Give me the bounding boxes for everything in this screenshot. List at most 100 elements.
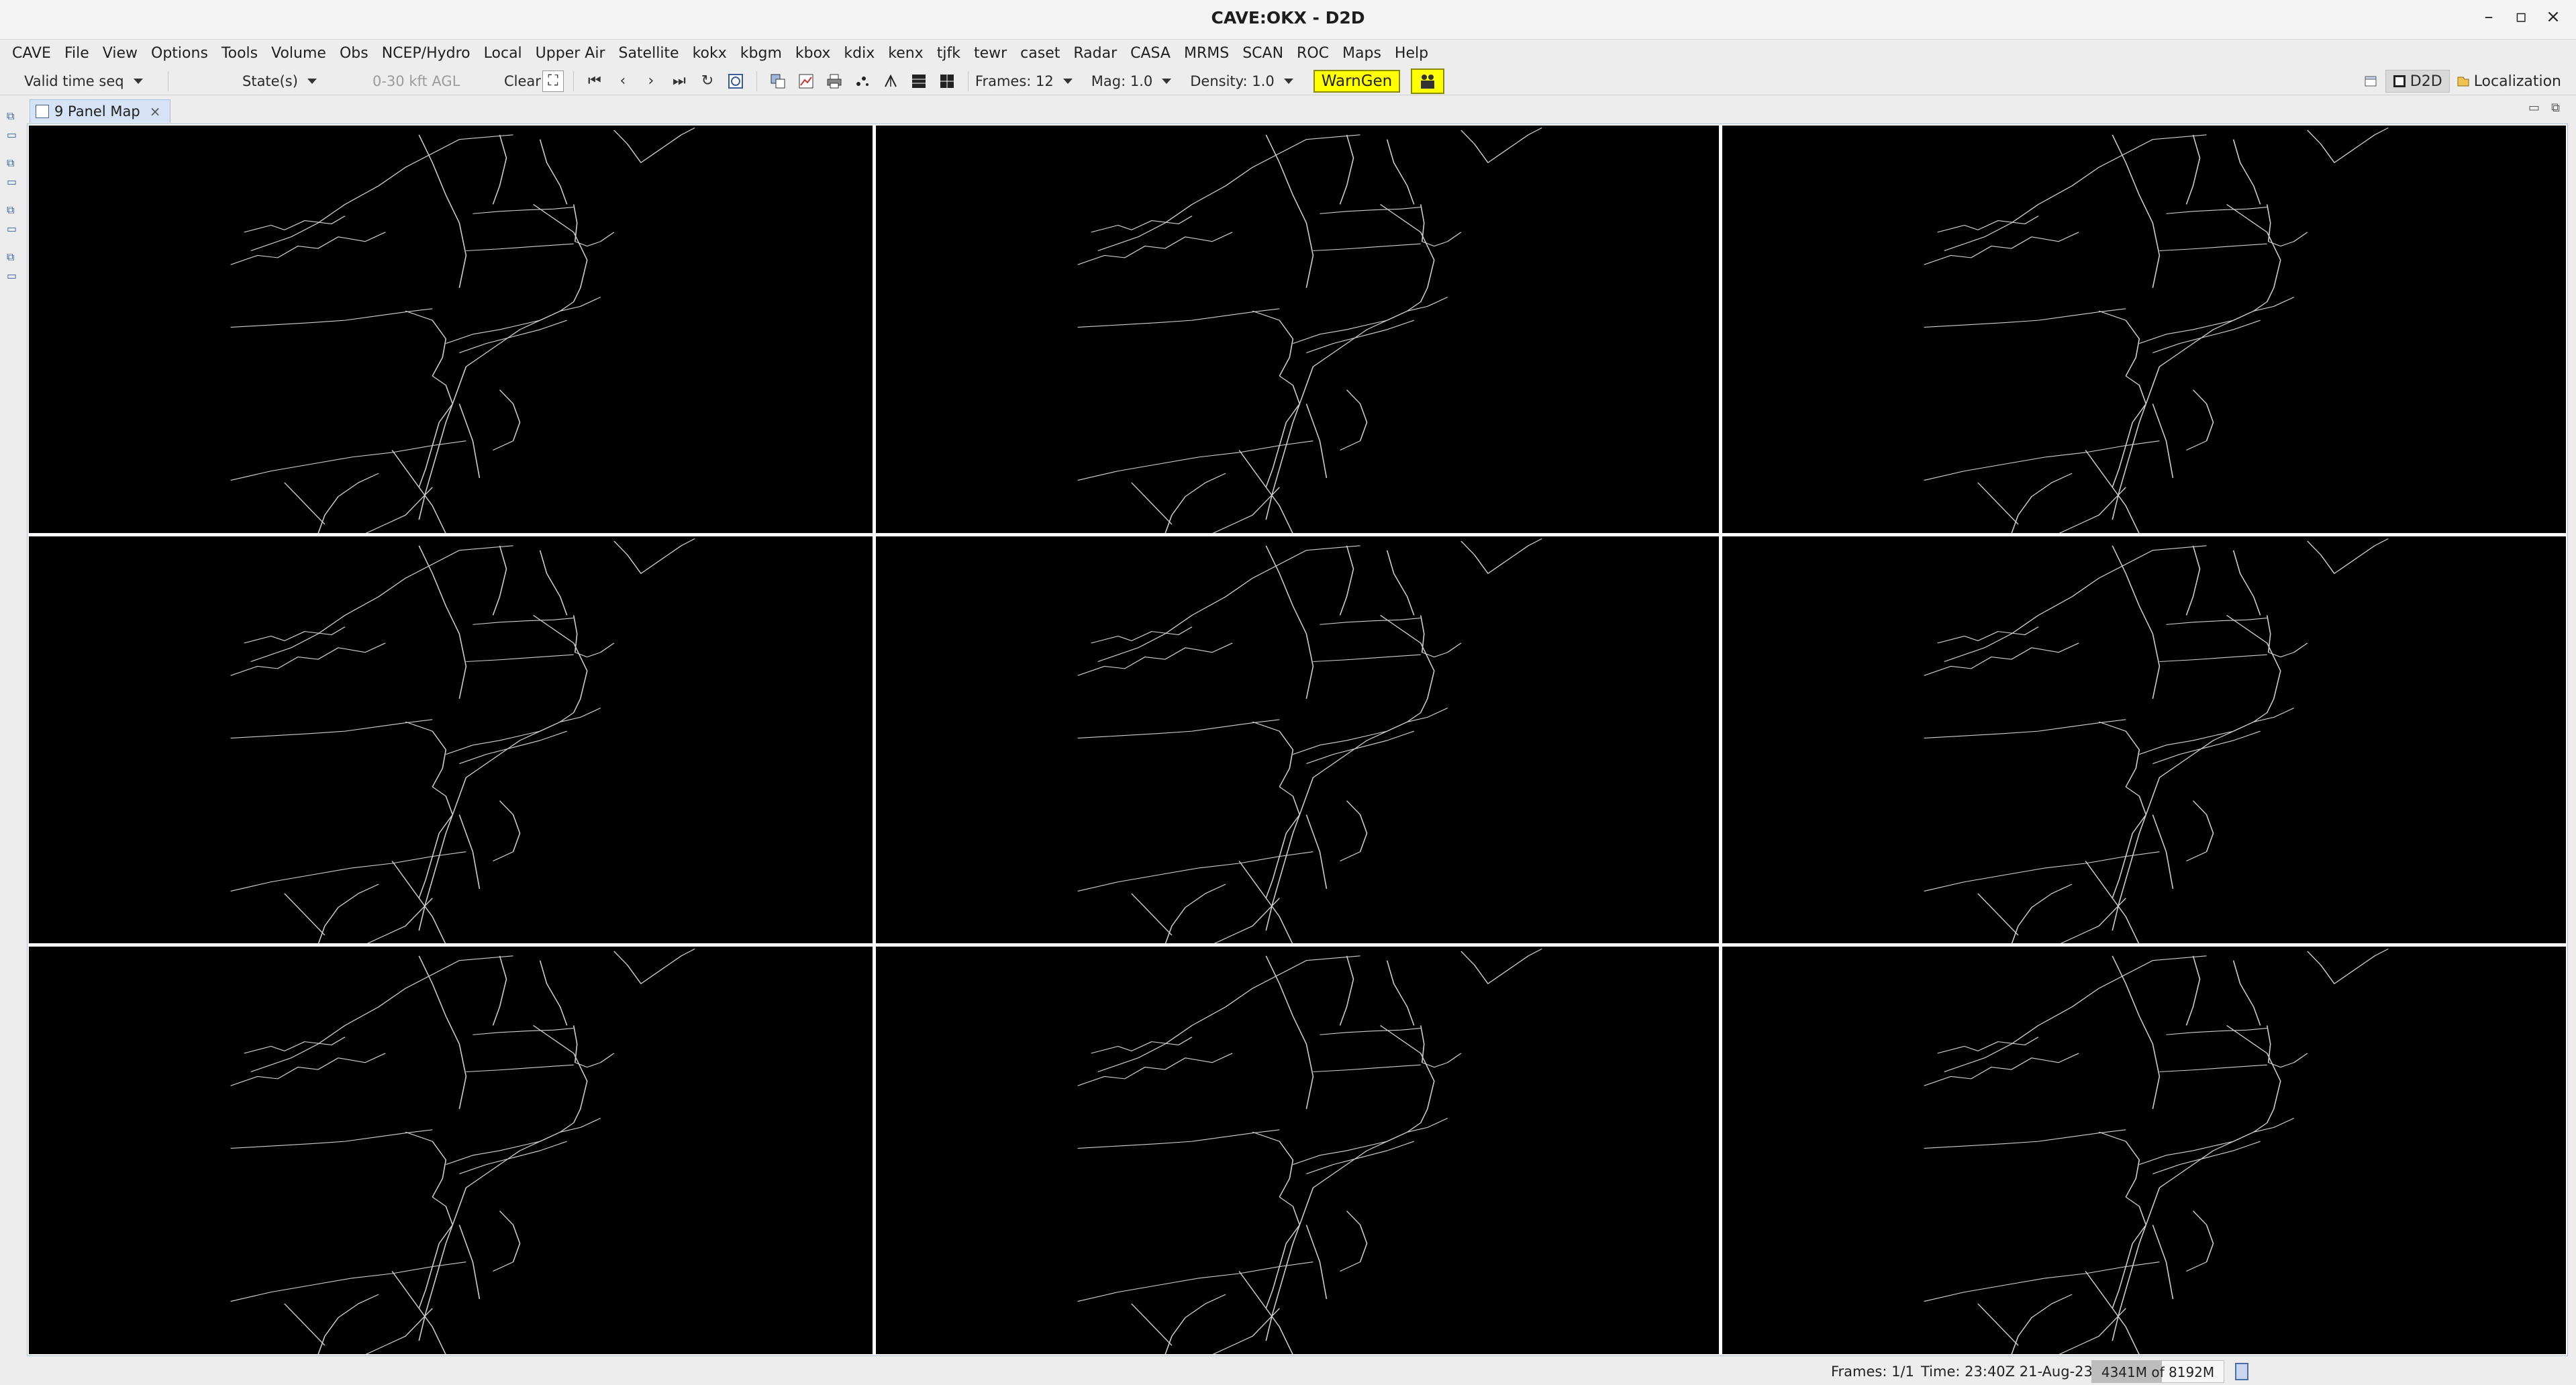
- status-time: Time: 23:40Z 21-Aug-23: [1921, 1364, 2093, 1380]
- map-outline: [1077, 538, 1542, 944]
- frames-dropdown[interactable]: Frames: 12: [975, 67, 1073, 95]
- minimize-maximize-view-icons[interactable]: ▭ ⧉: [2528, 101, 2560, 115]
- previous-frame-icon[interactable]: ‹: [611, 70, 634, 93]
- d2d-icon: [2393, 75, 2406, 87]
- view-icon[interactable]: ▭: [7, 269, 20, 283]
- restore-view-icon[interactable]: ⧉: [7, 109, 20, 123]
- map-pane[interactable]: [875, 536, 1720, 944]
- map-outline: [230, 949, 695, 1354]
- people-icon: [1421, 74, 1435, 89]
- window-titlebar: CAVE:OKX - D2D – ▫ ×: [0, 0, 2576, 40]
- menu-kenx[interactable]: kenx: [881, 45, 930, 62]
- menu-roc[interactable]: ROC: [1290, 45, 1336, 62]
- view-icon[interactable]: ▭: [7, 175, 20, 189]
- chevron-down-icon: [133, 78, 143, 84]
- menu-kbox[interactable]: kbox: [789, 45, 838, 62]
- menu-kbgm[interactable]: kbgm: [734, 45, 789, 62]
- hazard-services-button[interactable]: [1411, 68, 1445, 94]
- close-tab-icon[interactable]: ×: [150, 103, 161, 120]
- first-frame-icon[interactable]: ⏮: [583, 70, 606, 93]
- map-outline: [1924, 538, 2389, 944]
- menu-obs[interactable]: Obs: [333, 45, 375, 62]
- map-pane[interactable]: [29, 947, 873, 1354]
- sample-cursor-icon[interactable]: [879, 70, 902, 93]
- menu-radar[interactable]: Radar: [1067, 45, 1124, 62]
- clear-button[interactable]: Clear ⛶: [496, 67, 566, 95]
- points-icon[interactable]: [851, 70, 874, 93]
- last-frame-icon[interactable]: ⏭: [668, 70, 691, 93]
- menu-tjfk[interactable]: tjfk: [930, 45, 967, 62]
- perspective-d2d-button[interactable]: D2D: [2385, 70, 2450, 93]
- map-editor-icon: [36, 105, 49, 118]
- close-window-button[interactable]: ×: [2540, 7, 2567, 27]
- garbage-collect-icon[interactable]: [2235, 1363, 2248, 1380]
- heap-status-text: 4341M of 8192M: [2101, 1364, 2215, 1380]
- heap-status[interactable]: 4341M of 8192M: [2091, 1360, 2224, 1383]
- perspective-localization-button[interactable]: Localization: [2450, 73, 2568, 90]
- menu-cave[interactable]: CAVE: [5, 45, 58, 62]
- menu-upper-air[interactable]: Upper Air: [529, 45, 612, 62]
- next-frame-icon[interactable]: ›: [640, 70, 662, 93]
- map-pane[interactable]: [875, 947, 1720, 1354]
- clear-label: Clear: [504, 73, 541, 89]
- height-range-value: 0-30 kft AGL: [373, 73, 460, 89]
- open-perspective-icon: [2365, 76, 2377, 87]
- window-title: CAVE:OKX - D2D: [1211, 8, 1365, 28]
- menu-help[interactable]: Help: [1388, 45, 1435, 62]
- image-properties-icon[interactable]: [795, 70, 818, 93]
- maximize-button[interactable]: ▫: [2508, 7, 2534, 27]
- image-combine-icon[interactable]: [766, 70, 789, 93]
- view-icon[interactable]: ▭: [7, 128, 20, 142]
- magnification-dropdown[interactable]: Mag: 1.0: [1091, 67, 1172, 95]
- menu-satellite[interactable]: Satellite: [611, 45, 685, 62]
- menu-casa[interactable]: CASA: [1124, 45, 1177, 62]
- map-outline: [1924, 949, 2389, 1354]
- menu-file[interactable]: File: [58, 45, 96, 62]
- menu-tools[interactable]: Tools: [215, 45, 264, 62]
- menu-scan[interactable]: SCAN: [1236, 45, 1290, 62]
- loop-icon[interactable]: ↻: [696, 70, 719, 93]
- map-pane[interactable]: [1722, 947, 2566, 1354]
- open-perspective-button[interactable]: [2357, 74, 2385, 89]
- restore-view-icon[interactable]: ⧉: [7, 156, 20, 170]
- panel-layout-icon[interactable]: [907, 70, 930, 93]
- perspective-d2d-label: D2D: [2410, 73, 2442, 90]
- main-toolbar: Valid time seq State(s) 0-30 kft AGL Cle…: [0, 67, 2576, 95]
- menu-kdix[interactable]: kdix: [837, 45, 881, 62]
- single-panel-icon[interactable]: [936, 70, 958, 93]
- menu-local[interactable]: Local: [477, 45, 529, 62]
- load-mode-dropdown[interactable]: State(s): [175, 67, 342, 95]
- menu-tewr[interactable]: tewr: [967, 45, 1013, 62]
- view-icon[interactable]: ▭: [7, 222, 20, 236]
- map-pane[interactable]: [875, 126, 1720, 533]
- time-match-value: Valid time seq: [24, 73, 124, 89]
- map-pane[interactable]: [1722, 536, 2566, 944]
- chevron-down-icon: [1283, 78, 1293, 84]
- menu-options[interactable]: Options: [144, 45, 215, 62]
- time-match-dropdown[interactable]: Valid time seq: [0, 67, 161, 95]
- map-pane[interactable]: [29, 126, 873, 533]
- map-pane[interactable]: [1722, 126, 2566, 533]
- density-dropdown[interactable]: Density: 1.0: [1190, 67, 1293, 95]
- menu-mrms[interactable]: MRMS: [1177, 45, 1236, 62]
- warngen-button[interactable]: WarnGen: [1313, 69, 1401, 93]
- minimize-button[interactable]: –: [2475, 7, 2502, 27]
- tab-9-panel-map[interactable]: 9 Panel Map ×: [30, 99, 171, 123]
- status-bar: Frames: 1/1 Time: 23:40Z 21-Aug-23 4341M…: [0, 1357, 2576, 1385]
- restore-view-icon[interactable]: ⧉: [7, 250, 20, 264]
- localization-icon: [2457, 77, 2469, 87]
- menu-maps[interactable]: Maps: [1336, 45, 1388, 62]
- toolbar-separator: [573, 70, 574, 91]
- menu-view[interactable]: View: [96, 45, 144, 62]
- restore-view-icon[interactable]: ⧉: [7, 203, 20, 217]
- print-icon[interactable]: [823, 70, 846, 93]
- menu-kokx[interactable]: kokx: [686, 45, 734, 62]
- menu-ncep-hydro[interactable]: NCEP/Hydro: [375, 45, 477, 62]
- nine-panel-map: [27, 124, 2568, 1356]
- loop-properties-icon[interactable]: [724, 70, 747, 93]
- menu-caset[interactable]: caset: [1013, 45, 1067, 62]
- menu-volume[interactable]: Volume: [264, 45, 333, 62]
- map-pane[interactable]: [29, 536, 873, 944]
- magnification-value: Mag: 1.0: [1091, 73, 1153, 89]
- height-range-dropdown[interactable]: 0-30 kft AGL: [342, 67, 496, 95]
